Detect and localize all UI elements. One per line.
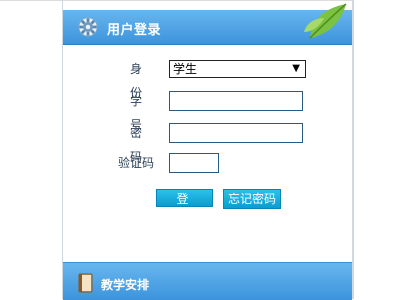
student-id-row: 学 号 bbox=[63, 89, 352, 132]
dropdown-arrow-icon: ▼ bbox=[292, 63, 300, 74]
login-form: 身 份 学生 ▼ 学 号 密 码 验证码 登 录 忘记密码 bbox=[63, 45, 352, 260]
button-row: 登 录 忘记密码 bbox=[63, 189, 352, 224]
forgot-password-button[interactable]: 忘记密码 bbox=[223, 189, 281, 209]
captcha-row: 验证码 bbox=[63, 151, 352, 175]
password-row: 密 码 bbox=[63, 121, 352, 164]
right-margin bbox=[354, 0, 393, 299]
password-input[interactable] bbox=[169, 123, 303, 143]
gear-icon bbox=[78, 17, 98, 37]
book-icon bbox=[78, 273, 93, 293]
leaf-icon bbox=[304, 3, 347, 39]
identity-select[interactable]: 学生 ▼ bbox=[169, 60, 306, 78]
captcha-input[interactable] bbox=[169, 153, 219, 173]
top-divider bbox=[0, 0, 393, 1]
login-panel-title: 用户登录 bbox=[107, 23, 162, 38]
schedule-panel-title: 教学安排 bbox=[101, 278, 150, 292]
schedule-panel-header[interactable]: 教学安排 bbox=[63, 262, 352, 300]
login-button[interactable]: 登 录 bbox=[156, 189, 213, 224]
identity-selected-value: 学生 bbox=[173, 62, 198, 76]
captcha-label: 验证码 bbox=[117, 156, 154, 170]
student-id-input[interactable] bbox=[169, 91, 303, 111]
identity-row: 身 份 学生 ▼ bbox=[63, 57, 352, 100]
login-panel-header: 用户登录 bbox=[63, 3, 352, 45]
